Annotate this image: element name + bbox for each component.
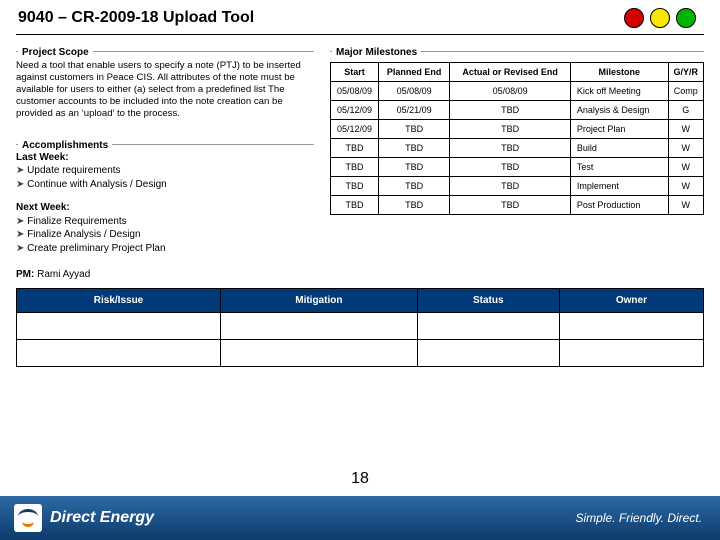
section-label-acc: Accomplishments [18,140,112,151]
cell: TBD [331,177,379,196]
col-header: G/Y/R [668,63,703,82]
chevron-right-icon: ➤ [16,216,24,227]
cell: TBD [331,158,379,177]
col-header: Mitigation [221,289,418,313]
cell: 05/12/09 [331,101,379,120]
cell: TBD [379,196,450,215]
gyr-cell: G [668,101,703,120]
cell: 05/21/09 [379,101,450,120]
gyr-cell: W [668,158,703,177]
milestone-name: Implement [570,177,668,196]
cell: TBD [450,101,571,120]
chevron-right-icon: ➤ [16,243,24,254]
col-header: Milestone [570,63,668,82]
col-header: Risk/Issue [17,289,221,313]
col-header: Status [417,289,559,313]
table-row: 05/12/0905/21/09TBDAnalysis & DesignG [331,101,704,120]
brand-mark-icon [14,504,42,532]
cell: TBD [450,158,571,177]
cell: 05/08/09 [450,82,571,101]
chevron-right-icon: ➤ [16,229,24,240]
section-label-milestones: Major Milestones [332,47,421,58]
pm-line: PM: Rami Ayyad [16,269,720,280]
chevron-right-icon: ➤ [16,179,24,190]
cell: 05/08/09 [379,82,450,101]
table-row: TBDTBDTBDImplementW [331,177,704,196]
gyr-cell: W [668,139,703,158]
col-header: Planned End [379,63,450,82]
scope-text: Need a tool that enable users to specify… [16,60,314,120]
cell: 05/08/09 [331,82,379,101]
cell: TBD [331,196,379,215]
gyr-cell: Comp [668,82,703,101]
pm-label: PM: [16,269,34,280]
col-header: Actual or Revised End [450,63,571,82]
milestone-name: Test [570,158,668,177]
gyr-cell: W [668,196,703,215]
chevron-right-icon: ➤ [16,165,24,176]
milestone-name: Analysis & Design [570,101,668,120]
light-yellow-icon [650,8,670,28]
table-row [17,340,704,367]
table-row: 05/08/0905/08/0905/08/09Kick off Meeting… [331,82,704,101]
cell: TBD [379,177,450,196]
cell: TBD [379,139,450,158]
cell: TBD [450,139,571,158]
table-row: 05/12/09TBDTBDProject PlanW [331,120,704,139]
light-green-icon [676,8,696,28]
table-row: TBDTBDTBDPost ProductionW [331,196,704,215]
table-row [17,313,704,340]
cell: TBD [379,120,450,139]
table-row: TBDTBDTBDTestW [331,158,704,177]
cell: TBD [331,139,379,158]
cell: 05/12/09 [331,120,379,139]
status-lights [624,8,702,28]
cell: TBD [450,177,571,196]
gyr-cell: W [668,177,703,196]
section-label-scope: Project Scope [18,47,93,58]
milestone-name: Build [570,139,668,158]
list-item: ➤ Create preliminary Project Plan [16,242,314,256]
risk-table: Risk/IssueMitigationStatusOwner [16,288,704,367]
last-week-heading: Last Week: [16,151,314,165]
list-item: ➤ Finalize Analysis / Design [16,228,314,242]
cell: TBD [450,196,571,215]
list-item: ➤ Continue with Analysis / Design [16,178,314,192]
page-title: 9040 – CR-2009-18 Upload Tool [18,9,254,27]
milestones-table: StartPlanned EndActual or Revised EndMil… [330,62,704,215]
milestone-name: Project Plan [570,120,668,139]
milestone-name: Post Production [570,196,668,215]
brand-name: Direct Energy [50,509,154,527]
next-week-heading: Next Week: [16,201,314,215]
list-item: ➤ Finalize Requirements [16,215,314,229]
cell: TBD [379,158,450,177]
page-number: 18 [0,470,720,488]
brand-logo: Direct Energy [0,504,154,532]
col-header: Start [331,63,379,82]
table-row: TBDTBDTBDBuildW [331,139,704,158]
footer-bar: Direct Energy Simple. Friendly. Direct. [0,496,720,540]
gyr-cell: W [668,120,703,139]
title-bar: 9040 – CR-2009-18 Upload Tool [0,0,720,28]
accomplishments-body: Last Week: ➤ Update requirements➤ Contin… [16,151,314,256]
brand-tagline: Simple. Friendly. Direct. [576,511,720,525]
cell: TBD [450,120,571,139]
list-item: ➤ Update requirements [16,164,314,178]
light-red-icon [624,8,644,28]
milestone-name: Kick off Meeting [570,82,668,101]
col-header: Owner [559,289,703,313]
title-rule [16,34,704,35]
pm-name: Rami Ayyad [37,269,90,280]
